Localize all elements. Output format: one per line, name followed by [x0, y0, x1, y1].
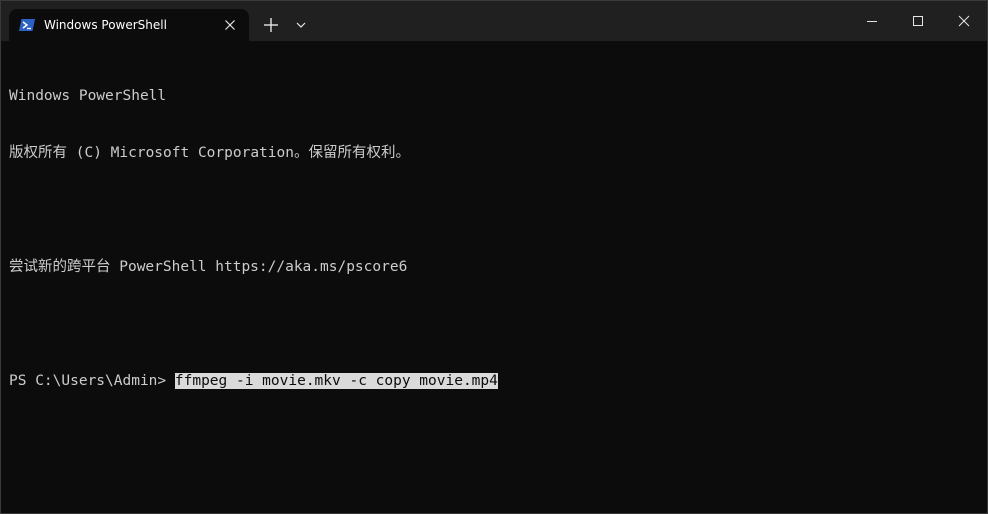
tab-title: Windows PowerShell — [44, 18, 167, 32]
powershell-icon — [19, 18, 35, 32]
plus-icon — [264, 18, 278, 32]
tab-windows-powershell[interactable]: Windows PowerShell — [9, 9, 249, 41]
terminal-line: Windows PowerShell — [9, 88, 167, 104]
terminal-output[interactable]: Windows PowerShell 版权所有 (C) Microsoft Co… — [9, 49, 979, 507]
prompt: PS C:\Users\Admin> — [9, 373, 175, 389]
maximize-icon — [913, 16, 923, 26]
selected-command-text[interactable]: ffmpeg -i movie.mkv -c copy movie.mp4 — [174, 373, 498, 389]
tab-dropdown-button[interactable] — [291, 13, 311, 37]
title-bar[interactable]: Windows PowerShell — [1, 1, 987, 41]
close-tab-icon[interactable] — [221, 16, 239, 34]
new-tab-button[interactable] — [259, 13, 283, 37]
minimize-button[interactable] — [849, 1, 895, 41]
maximize-button[interactable] — [895, 1, 941, 41]
close-icon — [958, 15, 970, 27]
close-window-button[interactable] — [941, 1, 987, 41]
prompt-line[interactable]: PS C:\Users\Admin> ffmpeg -i movie.mkv -… — [9, 372, 979, 391]
terminal-line: 版权所有 (C) Microsoft Corporation。保留所有权利。 — [9, 145, 410, 161]
chevron-down-icon — [296, 22, 306, 28]
terminal-line: 尝试新的跨平台 PowerShell https://aka.ms/pscore… — [9, 259, 408, 275]
minimize-icon — [867, 21, 877, 22]
terminal-window: Windows PowerShell Windows PowerShell 版权… — [0, 0, 988, 514]
